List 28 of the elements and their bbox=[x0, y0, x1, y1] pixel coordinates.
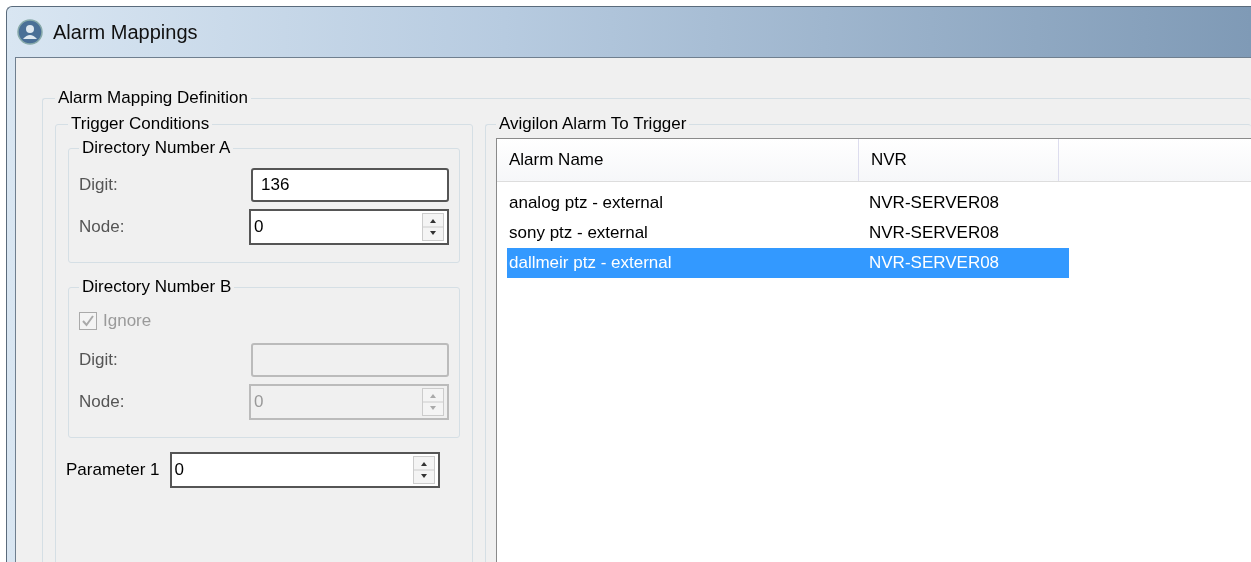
alarm-row[interactable]: analog ptz - external NVR-SERVER08 bbox=[507, 188, 1069, 218]
field-label: Node: bbox=[79, 392, 125, 412]
group-title: Alarm Mapping Definition bbox=[57, 88, 249, 108]
table-cell-text: dallmeir ptz - external bbox=[508, 253, 673, 273]
parameter-spinner[interactable]: 0 bbox=[169, 452, 440, 488]
node-spinner[interactable]: 0 bbox=[249, 209, 449, 245]
field-label: Digit: bbox=[79, 175, 118, 195]
group-title: Directory Number A bbox=[81, 138, 232, 158]
spinner-arrows-icon[interactable] bbox=[412, 456, 435, 484]
table-cell-text: analog ptz - external bbox=[508, 193, 665, 213]
app-icon bbox=[17, 19, 43, 45]
field-label: Digit: bbox=[79, 350, 118, 370]
field-label: Node: bbox=[79, 217, 125, 237]
column-header[interactable]: Alarm Name bbox=[497, 139, 859, 181]
checkbox-label: Ignore bbox=[103, 311, 152, 331]
parameter-label: Parameter 1 bbox=[66, 460, 160, 480]
group-title: Directory Number B bbox=[81, 277, 233, 297]
group-title: Avigilon Alarm To Trigger bbox=[498, 114, 688, 134]
group-title: Trigger Conditions bbox=[70, 114, 211, 134]
alarm-row[interactable]: sony ptz - external NVR-SERVER08 bbox=[507, 218, 1069, 248]
table-cell-text: NVR-SERVER08 bbox=[869, 193, 1001, 213]
table-cell-text: NVR-SERVER08 bbox=[869, 223, 1001, 243]
window-title: Alarm Mappings bbox=[53, 20, 198, 44]
column-header[interactable]: NVR bbox=[859, 139, 1059, 181]
spinner-arrows-icon[interactable] bbox=[422, 213, 444, 241]
table-cell-text: NVR-SERVER08 bbox=[869, 253, 1001, 273]
digit-field[interactable]: 136 bbox=[251, 168, 449, 202]
table-cell-text: sony ptz - external bbox=[508, 223, 649, 243]
